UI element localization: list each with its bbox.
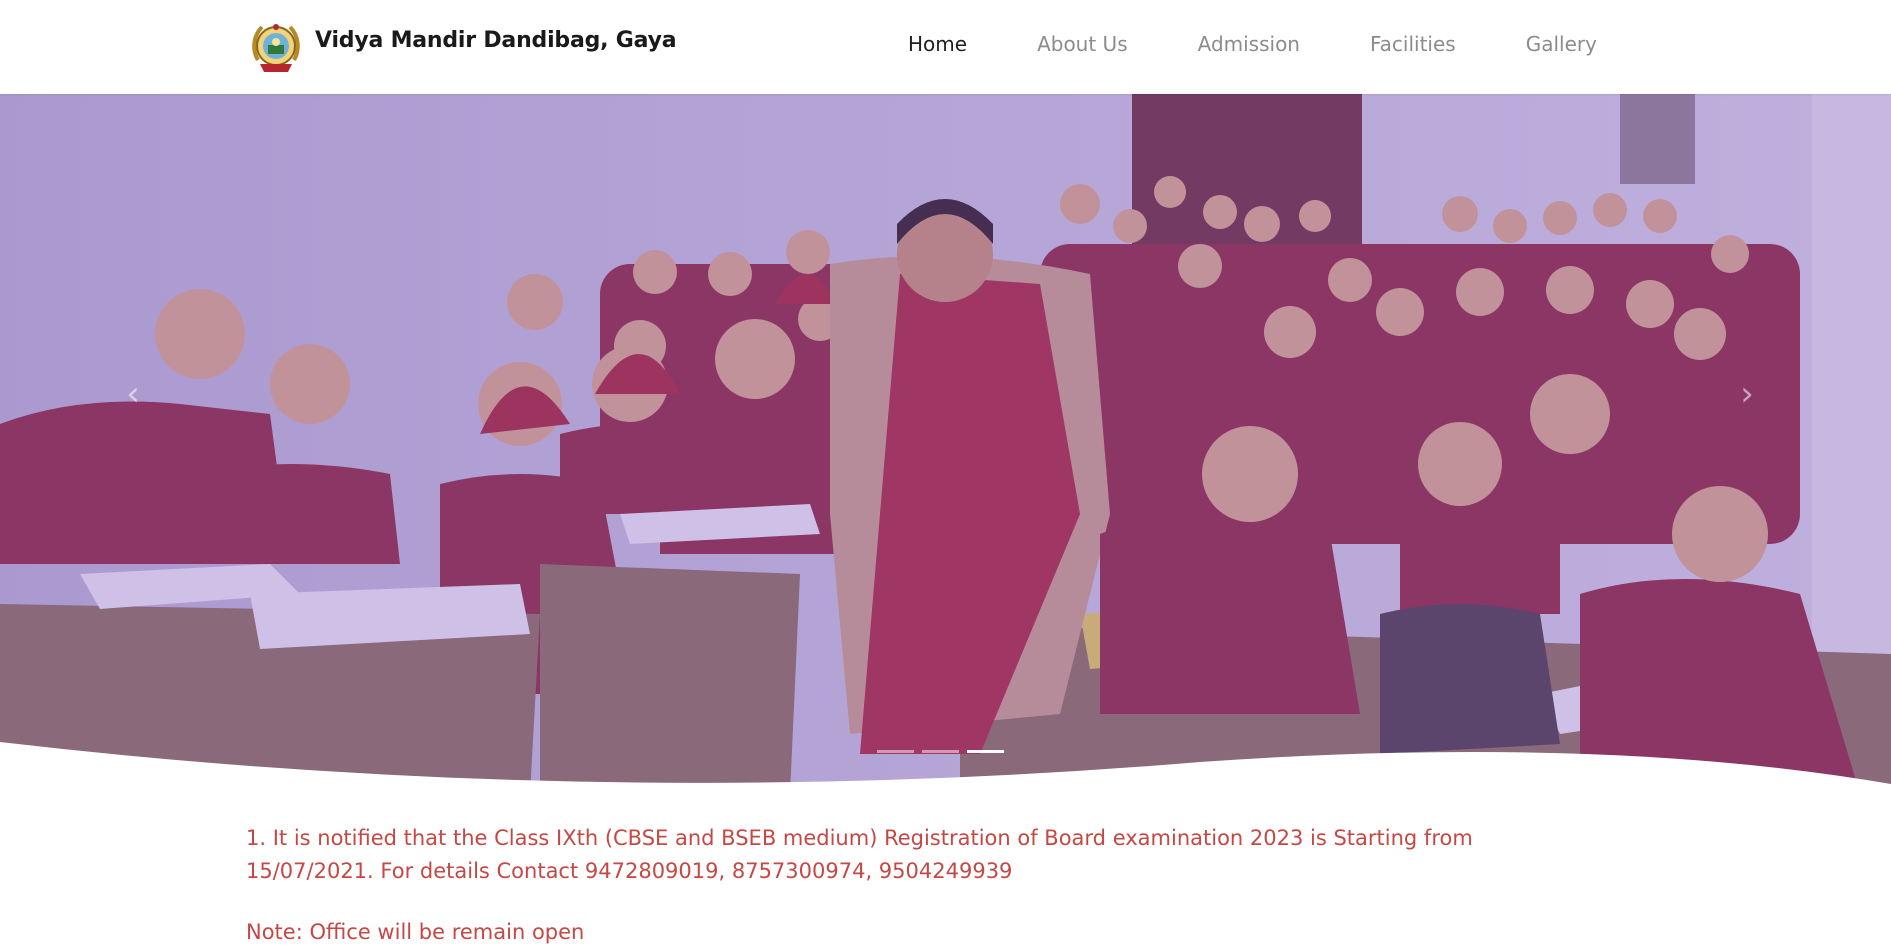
school-crest-icon[interactable] [250, 18, 302, 78]
notice-board: 1. It is notified that the Class IXth (C… [246, 822, 1606, 949]
chevron-left-icon: ‹ [126, 374, 140, 414]
classroom-photo [0, 94, 1891, 794]
nav-facilities[interactable]: Facilities [1370, 32, 1456, 56]
nav-gallery[interactable]: Gallery [1526, 32, 1597, 56]
hero-carousel: ‹ › [0, 94, 1891, 794]
notice-text: 1. It is notified that the Class IXth (C… [246, 826, 1473, 883]
carousel-indicator-1[interactable] [877, 750, 914, 753]
chevron-right-icon: › [1740, 374, 1754, 414]
school-name[interactable]: Vidya Mandir Dandibag, Gaya [315, 28, 677, 53]
main-nav: Home About Us Admission Facilities Galle… [908, 32, 1597, 56]
notice-note: Note: Office will be remain open [246, 920, 585, 944]
carousel-next-button[interactable]: › [1727, 374, 1767, 414]
carousel-indicators [877, 750, 1004, 753]
carousel-prev-button[interactable]: ‹ [113, 374, 153, 414]
carousel-indicator-3[interactable] [967, 750, 1004, 753]
nav-home[interactable]: Home [908, 32, 967, 56]
nav-admission[interactable]: Admission [1198, 32, 1300, 56]
carousel-indicator-2[interactable] [922, 750, 959, 753]
site-header: Vidya Mandir Dandibag, Gaya Home About U… [0, 0, 1891, 94]
nav-about-us[interactable]: About Us [1037, 32, 1128, 56]
